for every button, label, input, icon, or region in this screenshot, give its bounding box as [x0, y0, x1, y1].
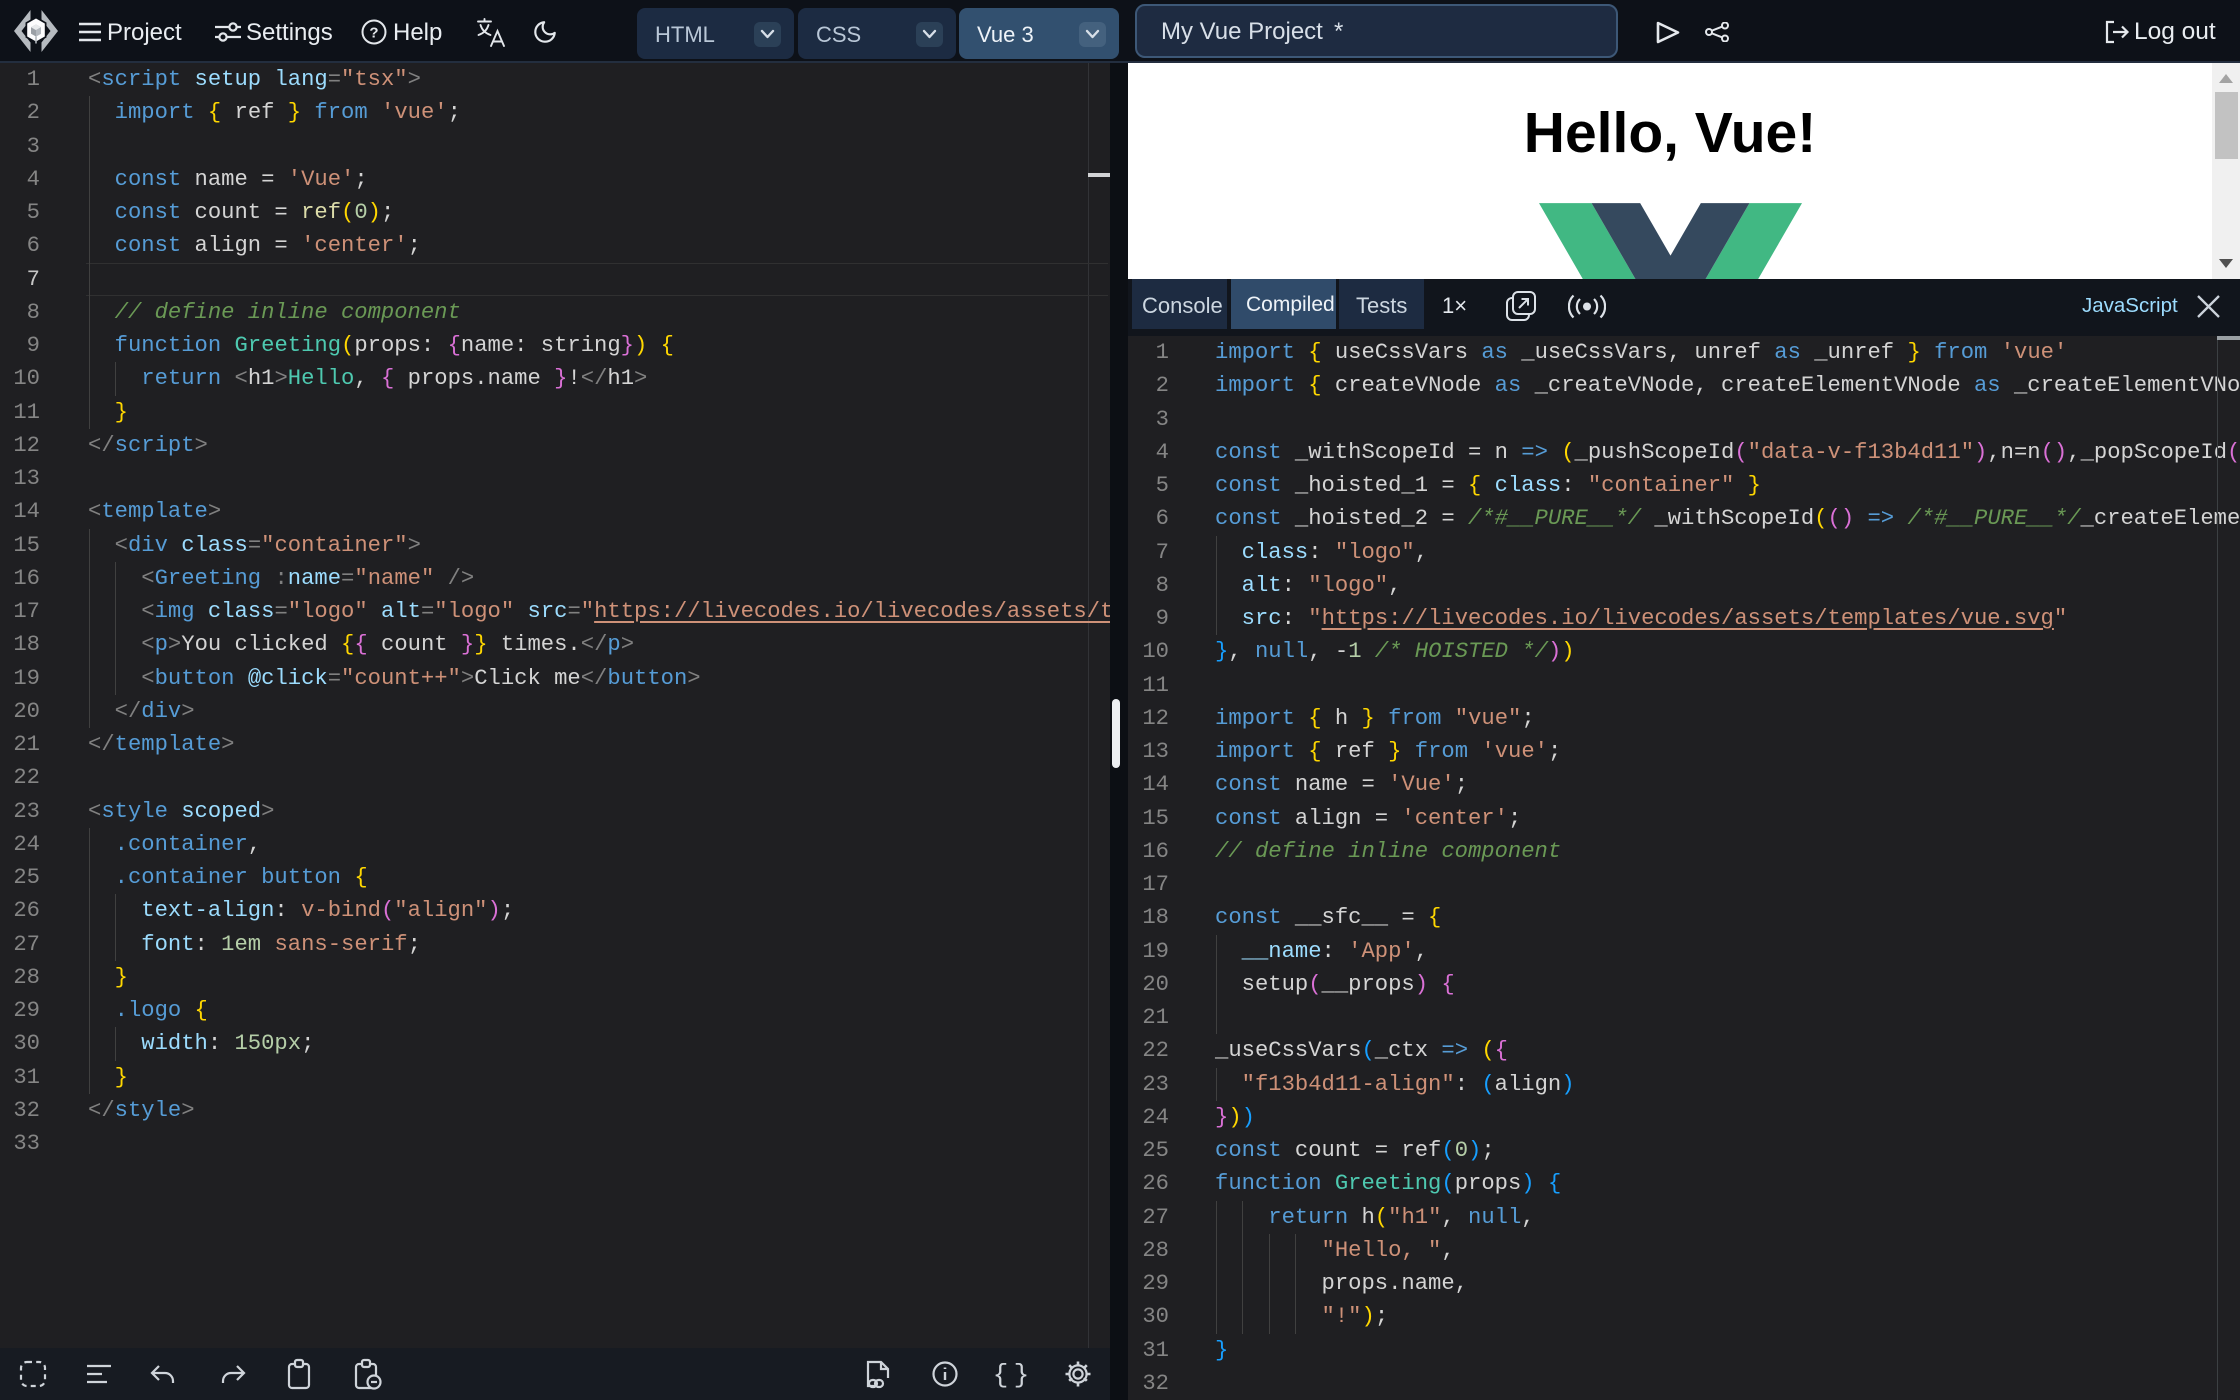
svg-text:?: ? — [369, 25, 378, 42]
svg-text:{ }: { } — [993, 1360, 1029, 1390]
